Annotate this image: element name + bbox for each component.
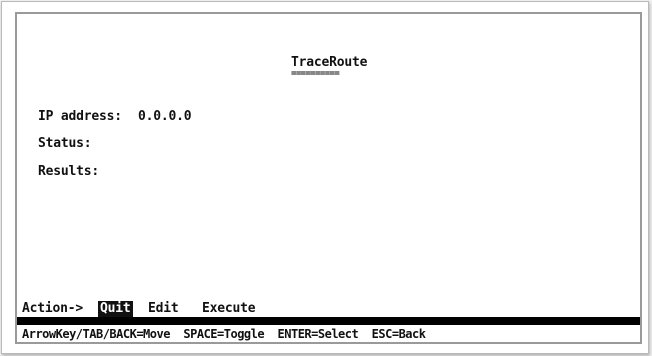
edit-action[interactable]: Edit xyxy=(148,301,179,317)
help-line: ArrowKey/TAB/BACK=Move SPACE=Toggle ENTE… xyxy=(22,327,426,341)
ip-address-field[interactable]: 0.0.0.0 xyxy=(138,109,192,124)
terminal-screen: TraceRoute ========== IP address: 0.0.0.… xyxy=(15,12,642,344)
action-prompt: Action-> xyxy=(22,301,84,316)
page-title: TraceRoute xyxy=(291,55,368,70)
action-bar: Action-> Quit Edit Execute xyxy=(17,301,640,317)
ip-address-label: IP address: xyxy=(38,109,122,124)
separator-bar xyxy=(17,317,640,325)
execute-action[interactable]: Execute xyxy=(202,301,256,317)
status-label: Status: xyxy=(38,136,92,151)
screenshot-frame: TraceRoute ========== IP address: 0.0.0.… xyxy=(1,1,649,354)
title-underline: ========== xyxy=(291,69,340,79)
quit-action[interactable]: Quit xyxy=(98,301,133,317)
results-label: Results: xyxy=(38,164,100,179)
